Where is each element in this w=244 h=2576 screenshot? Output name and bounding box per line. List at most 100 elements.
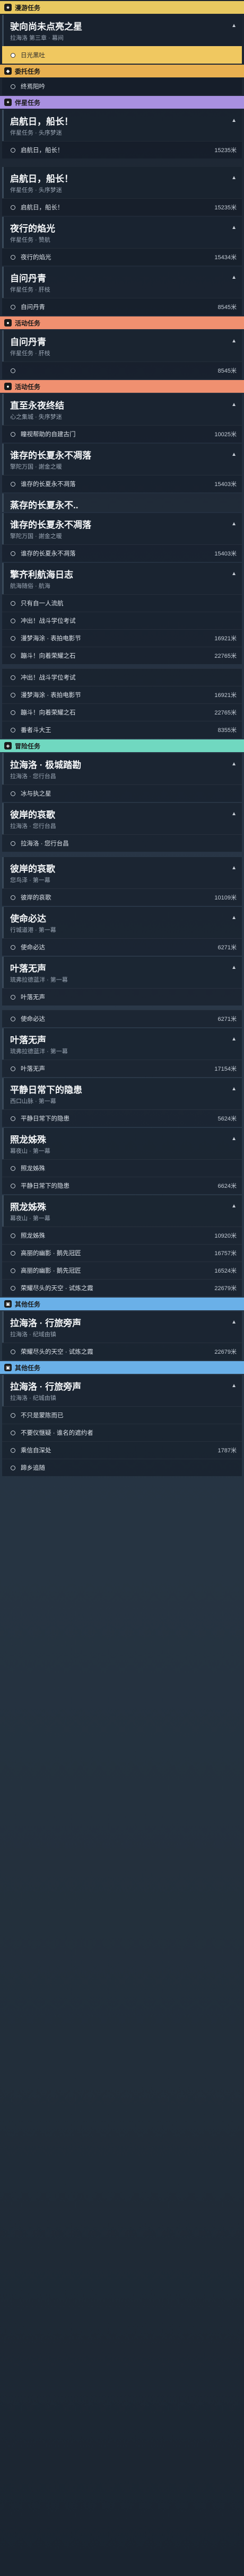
quest-step[interactable]: 拉海洛 · 您行台昌 <box>2 834 242 852</box>
quest-step[interactable]: 谁存的长夏永不凋落 15403米 <box>2 544 242 562</box>
quest-card[interactable]: 拉海洛 · 行旅旁声 ▲ 拉海洛 · 纪城由镇 <box>2 1375 242 1406</box>
quest-step[interactable]: 冲出！战斗学位考试 <box>2 668 242 686</box>
quest-card[interactable]: 叶落无声 ▲ 琉弗拉德蓝洋 · 第一幕 <box>2 957 242 988</box>
step-dot-icon <box>11 1268 15 1273</box>
quest-card[interactable]: 启航日，船长！ ▲ 伴星任务 · 头序梦迷 <box>2 110 242 141</box>
quest-step[interactable]: 叶落无声 17154米 <box>2 1060 242 1077</box>
quest-card[interactable]: 擎齐利航海日志 ▲ 航海随俗 · 航海 <box>2 563 242 594</box>
chevron-up-icon[interactable]: ▲ <box>231 23 237 29</box>
chevron-up-icon[interactable]: ▲ <box>231 1086 237 1092</box>
chevron-up-icon[interactable]: ▲ <box>231 865 237 871</box>
chevron-up-icon[interactable]: ▲ <box>231 452 237 457</box>
step-dot-icon <box>11 1066 15 1071</box>
quest-card[interactable]: 平静日常下的隐患 ▲ 西口山脉 · 第一幕 <box>2 1078 242 1109</box>
quest-card[interactable]: 使命必达 ▲ 行城道港 · 第一幕 <box>2 907 242 938</box>
chevron-up-icon[interactable]: ▲ <box>231 965 237 971</box>
quest-step[interactable]: 日光黑吐 <box>2 46 242 64</box>
quest-step[interactable]: 乘信自深处 1787米 <box>2 1441 242 1459</box>
quest-step[interactable]: 终焉阳吟 <box>2 77 242 95</box>
quest-step[interactable]: 照龙姊殊 <box>2 1159 242 1177</box>
quest-step[interactable]: 只有自一人流航 <box>2 594 242 612</box>
step-dot-icon <box>11 368 15 373</box>
quest-card[interactable]: 自问丹青 ▲ 伴星任务 · 肝枝 <box>2 267 242 298</box>
quest-step[interactable]: 瞳视帮助的自建古门 10025米 <box>2 425 242 443</box>
section-header-main[interactable]: ★ 漫游任务 <box>0 1 244 14</box>
quest-card[interactable]: 蒸存的长夏永不.. <box>2 493 242 512</box>
quest-step[interactable]: 平静日常下的隐患 5624米 <box>2 1109 242 1127</box>
quest-step[interactable]: 使命必达 6271米 <box>2 1010 242 1027</box>
quest-card[interactable]: 夜行的焰光 ▲ 伴星任务 · 赞航 <box>2 217 242 248</box>
quest-card[interactable]: 拉海洛 · 行旅旁声 ▲ 拉海洛 · 纪域由镇 <box>2 1311 242 1343</box>
chevron-up-icon[interactable]: ▲ <box>231 811 237 817</box>
quest-card[interactable]: 驶向尚未点亮之星 ▲ 拉海洛 第三章 · 幕间 <box>2 15 242 46</box>
quest-step[interactable]: 冰与执之星 <box>2 784 242 802</box>
section-header-daily[interactable]: ◆ 委托任务 <box>0 65 244 77</box>
chevron-up-icon[interactable]: ▲ <box>231 225 237 231</box>
quest-step[interactable]: 冲出！战斗学位考试 <box>2 612 242 629</box>
section-header-adventure[interactable]: ◈ 冒险任务 <box>0 739 244 752</box>
adventure-icon: ◈ <box>4 742 12 749</box>
quest-card[interactable]: 谁存的长夏永不凋落 ▲ 擎陀万国 · 謝金之暖 <box>2 444 242 475</box>
quest-step[interactable]: 叶落无声 <box>2 988 242 1005</box>
section-header-other[interactable]: ▣ 其他任务 <box>0 1361 244 1374</box>
quest-step[interactable]: 漫梦海涂 · 表拍电影节 16921米 <box>2 686 242 703</box>
chevron-up-icon[interactable]: ▲ <box>231 175 237 181</box>
quest-card[interactable]: 照龙姊殊 ▲ 幕夜山 · 第一幕 <box>2 1195 242 1227</box>
chevron-up-icon[interactable]: ▲ <box>231 521 237 527</box>
chevron-up-icon[interactable]: ▲ <box>231 338 237 344</box>
chevron-up-icon[interactable]: ▲ <box>231 1319 237 1325</box>
quest-card[interactable]: 谁存的长夏永不凋落 ▲ 擎陀万国 · 謝金之暖 <box>2 513 242 544</box>
step-dot-icon <box>11 994 15 1000</box>
quest-step[interactable]: 照龙姊殊 10920米 <box>2 1227 242 1244</box>
chevron-up-icon[interactable]: ▲ <box>231 761 237 767</box>
quest-step[interactable]: 谁存的长夏永不凋落 15403米 <box>2 475 242 492</box>
chevron-up-icon[interactable]: ▲ <box>231 118 237 123</box>
quest-card[interactable]: 照龙姊殊 ▲ 幕夜山 · 第一幕 <box>2 1128 242 1159</box>
quest-step[interactable]: 自问丹青 8545米 <box>2 298 242 315</box>
quest-step[interactable]: 高丽的幽影 · 鹅先冠匠 16757米 <box>2 1244 242 1261</box>
quest-step[interactable]: 夜行的焰光 15434米 <box>2 248 242 266</box>
quest-step[interactable]: 番者斗大王 8355米 <box>2 721 242 738</box>
quest-step[interactable]: 蹦斗！向着荣耀之石 22765米 <box>2 703 242 721</box>
quest-card[interactable]: 叶落无声 ▲ 琉弗拉德蓝洋 · 第一幕 <box>2 1028 242 1060</box>
chevron-up-icon[interactable]: ▲ <box>231 571 237 577</box>
quest-step[interactable]: 8545米 <box>2 361 242 379</box>
chevron-up-icon[interactable]: ▲ <box>231 915 237 921</box>
step-dot-icon <box>11 895 15 900</box>
quest-card[interactable]: 彼岸的哀歌 ▲ 您鸟泽 · 第一幕 <box>2 857 242 888</box>
step-dot-icon <box>11 618 15 623</box>
star-icon: ★ <box>4 4 12 11</box>
quest-step[interactable]: 启航日，船长！ 15235米 <box>2 198 242 216</box>
step-dot-icon <box>11 205 15 210</box>
quest-step[interactable]: 启航日，船长！ 15235米 <box>2 141 242 158</box>
quest-card[interactable]: 拉海洛 · 极城踏勘 ▲ 拉海洛 · 您行台昌 <box>2 753 242 784</box>
quest-step[interactable]: 高丽的幽影 · 鹅先冠匠 16524米 <box>2 1261 242 1279</box>
quest-step[interactable]: 使命必达 6271米 <box>2 938 242 956</box>
step-dot-icon <box>11 551 15 556</box>
quest-card[interactable]: 自问丹青 ▲ 伴星任务 · 肝枝 <box>2 330 242 361</box>
chevron-up-icon[interactable]: ▲ <box>231 1203 237 1209</box>
quest-step[interactable]: 平静日常下的隐患 6624米 <box>2 1177 242 1194</box>
chevron-up-icon[interactable]: ▲ <box>231 1136 237 1142</box>
quest-step[interactable]: 不要仪惬疑 · 谁名的遮约者 <box>2 1424 242 1441</box>
quest-step[interactable]: 漫梦海涂 · 表拍电影节 16921米 <box>2 629 242 647</box>
quest-card[interactable]: 启航日，船长！ ▲ 伴星任务 · 头序梦迷 <box>2 167 242 198</box>
section-header-companion[interactable]: ✦ 伴星任务 <box>0 96 244 109</box>
step-dot-icon <box>11 945 15 950</box>
quest-step[interactable]: 不只是蒙陈而已 <box>2 1406 242 1424</box>
chevron-up-icon[interactable]: ▲ <box>231 402 237 408</box>
section-header-event[interactable]: ● 活动任务 <box>0 380 244 393</box>
quest-step[interactable]: 荣耀尽头的天空 · 试炼之霞 22679米 <box>2 1343 242 1360</box>
chevron-up-icon[interactable]: ▲ <box>231 1383 237 1389</box>
quest-step[interactable]: 荣耀尽头的天空 · 试炼之霞 22679米 <box>2 1279 242 1296</box>
quest-step[interactable]: 蹦斗！向着荣耀之石 22765米 <box>2 647 242 664</box>
section-header-event[interactable]: ● 活动任务 <box>0 316 244 329</box>
quest-card[interactable]: 直至永夜终结 ▲ 心之集城 · 失序梦迷 <box>2 394 242 425</box>
chevron-up-icon[interactable]: ▲ <box>231 275 237 280</box>
section-header-other[interactable]: ▣ 其他任务 <box>0 1298 244 1310</box>
quest-step[interactable]: 彼岸的哀歌 10109米 <box>2 888 242 906</box>
quest-step[interactable]: 蹄乡追随 <box>2 1459 242 1476</box>
chevron-up-icon[interactable]: ▲ <box>231 1036 237 1042</box>
step-dot-icon <box>11 304 15 310</box>
quest-card[interactable]: 彼岸的哀歌 ▲ 拉海洛 · 您行台昌 <box>2 803 242 834</box>
